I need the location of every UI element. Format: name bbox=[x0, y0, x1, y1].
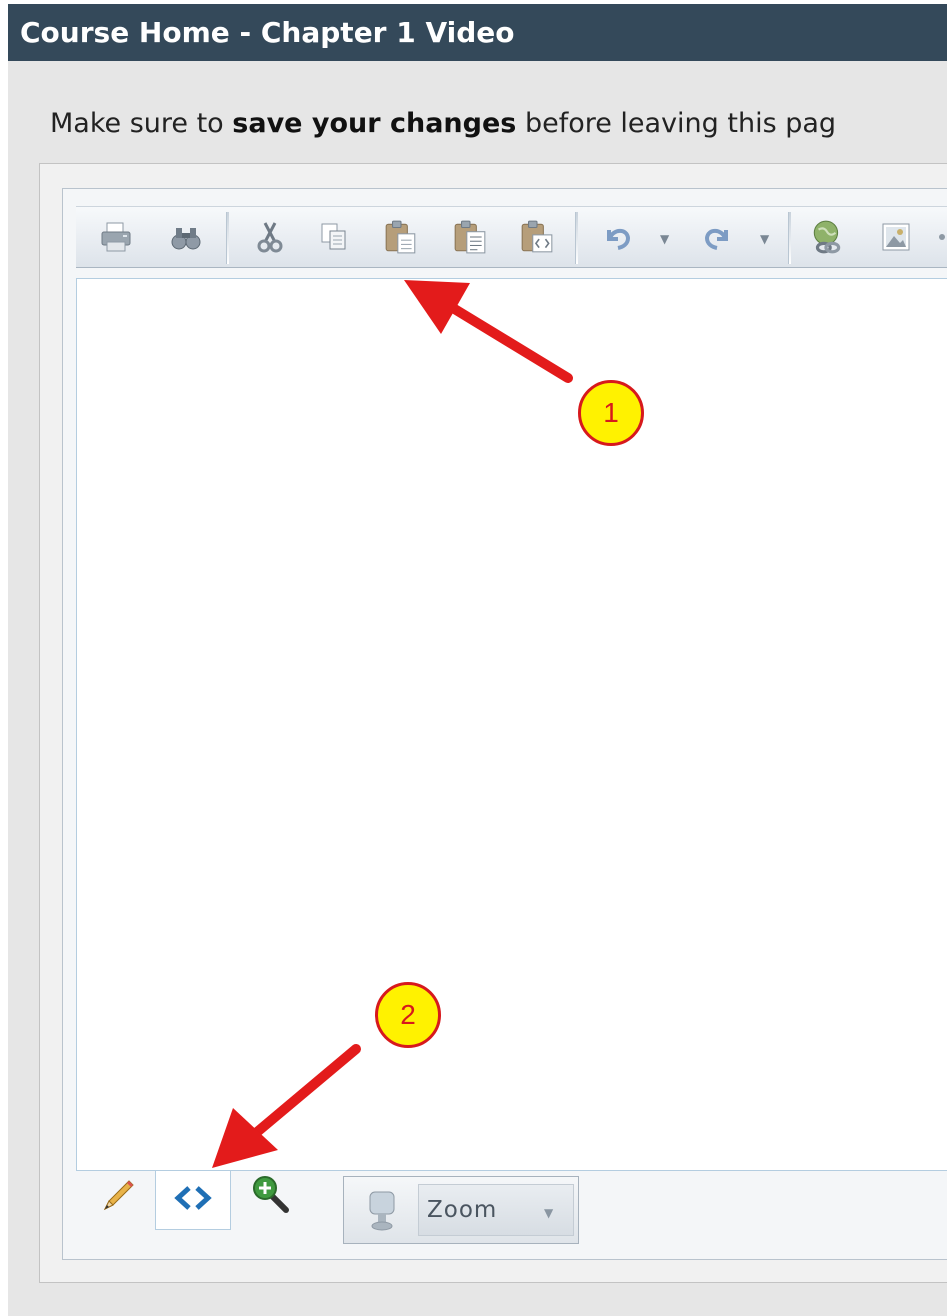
image-icon[interactable] bbox=[874, 210, 918, 264]
paste-html-icon[interactable] bbox=[515, 210, 559, 264]
monitor-icon bbox=[364, 1188, 404, 1238]
chevron-down-icon[interactable]: ▼ bbox=[544, 1206, 553, 1220]
zoom-in-icon bbox=[248, 1172, 292, 1220]
undo-icon[interactable] bbox=[596, 210, 640, 264]
hyperlink-icon[interactable] bbox=[805, 210, 849, 264]
find-icon[interactable] bbox=[164, 210, 208, 264]
paste-text-icon[interactable] bbox=[448, 210, 492, 264]
save-notice: Make sure to save your changes before le… bbox=[50, 108, 836, 139]
notice-suffix: before leaving this pag bbox=[516, 108, 837, 139]
preview-mode-tab[interactable] bbox=[240, 1170, 300, 1222]
editor-content-area[interactable] bbox=[76, 278, 947, 1171]
code-brackets-icon bbox=[170, 1183, 216, 1217]
cut-icon[interactable] bbox=[248, 210, 292, 264]
redo-icon[interactable] bbox=[695, 210, 739, 264]
copy-icon[interactable] bbox=[312, 210, 356, 264]
pencil-icon bbox=[97, 1175, 139, 1221]
print-icon[interactable] bbox=[94, 210, 138, 264]
toolbar-separator bbox=[226, 212, 229, 264]
toolbar-separator bbox=[788, 212, 791, 264]
design-mode-tab[interactable] bbox=[88, 1172, 148, 1224]
undo-dropdown-icon[interactable]: ▼ bbox=[660, 232, 669, 246]
toolbar-separator bbox=[575, 212, 578, 264]
paste-icon[interactable] bbox=[379, 210, 423, 264]
window-title: Course Home - Chapter 1 Video bbox=[8, 4, 947, 61]
redo-dropdown-icon[interactable]: ▼ bbox=[760, 232, 769, 246]
notice-prefix: Make sure to bbox=[50, 108, 233, 139]
annotation-badge-1: 1 bbox=[578, 380, 644, 446]
notice-emphasis: save your changes bbox=[232, 108, 517, 139]
more-toolbar-icon[interactable] bbox=[928, 210, 947, 264]
annotation-badge-2: 2 bbox=[375, 982, 441, 1048]
html-mode-tab[interactable] bbox=[155, 1171, 231, 1230]
